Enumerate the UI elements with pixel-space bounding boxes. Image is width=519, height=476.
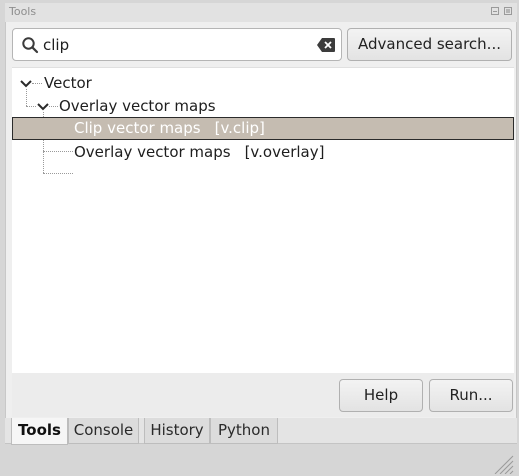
tree-item-overlay-vector-maps-category[interactable]: Overlay vector maps [59, 95, 216, 117]
tree-connector [49, 106, 58, 107]
search-icon [22, 37, 39, 54]
tools-tree[interactable]: Vector Overlay vector maps Clip vector m… [12, 67, 514, 374]
tree-item-command: [v.clip] [214, 119, 265, 137]
tree-item-label: Overlay vector maps [74, 143, 231, 161]
tree-item-label: Vector [44, 74, 92, 92]
tree-item-vector[interactable]: Vector [44, 72, 92, 94]
tab-console[interactable]: Console [68, 418, 139, 444]
clear-icon[interactable] [317, 38, 335, 52]
search-input[interactable]: clip [12, 28, 342, 61]
tree-item-command: [v.overlay] [244, 143, 325, 161]
panel-header: Tools [5, 3, 517, 23]
tree-item-overlay-vector-maps[interactable]: Overlay vector maps [v.overlay] [74, 141, 324, 163]
tree-item-label: Overlay vector maps [59, 97, 216, 115]
tree-connector [32, 83, 42, 84]
run-button[interactable]: Run... [429, 379, 513, 412]
tree-connector [43, 151, 73, 152]
advanced-search-button[interactable]: Advanced search... [347, 28, 512, 61]
tree-connector [26, 106, 36, 107]
chevron-down-icon[interactable] [37, 102, 49, 112]
tab-python[interactable]: Python [210, 418, 278, 444]
action-bar: Help Run... [12, 373, 514, 417]
float-panel-icon[interactable] [491, 7, 499, 15]
tree-item-label: Clip vector maps [74, 119, 201, 137]
close-panel-icon[interactable] [504, 7, 512, 15]
tree-connector [26, 89, 27, 106]
panel-tabs: Tools Console History Python [5, 418, 517, 445]
search-input-value[interactable]: clip [43, 36, 69, 54]
chevron-down-icon[interactable] [20, 79, 32, 89]
help-button[interactable]: Help [339, 379, 423, 412]
resize-grip-icon[interactable] [491, 452, 515, 474]
panel-title: Tools [9, 5, 37, 18]
tree-connector [43, 173, 73, 174]
tab-tools[interactable]: Tools [11, 418, 68, 445]
tab-history[interactable]: History [144, 418, 210, 444]
tools-panel: clip Advanced search... Vector Overlay v… [5, 22, 517, 418]
tree-item-clip-vector-maps[interactable]: Clip vector maps [v.clip] [12, 117, 514, 140]
